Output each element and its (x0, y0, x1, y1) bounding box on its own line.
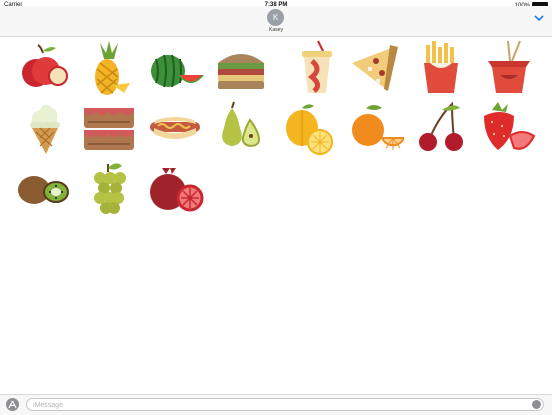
ice-cream-cone-sticker[interactable] (16, 98, 74, 156)
app-store-button[interactable] (6, 398, 19, 411)
chevron-down-icon[interactable] (534, 14, 544, 22)
message-input[interactable] (33, 401, 523, 409)
soda-cup-sticker[interactable] (288, 39, 346, 97)
apple-sticker[interactable] (14, 39, 72, 97)
sandwich-sticker[interactable] (212, 39, 270, 97)
pomegranate-sticker[interactable] (146, 160, 204, 218)
orange-sticker[interactable] (346, 98, 406, 156)
app-store-icon (8, 400, 17, 409)
cherries-sticker[interactable] (412, 98, 470, 156)
message-field[interactable] (26, 398, 544, 411)
grapes-sticker[interactable] (80, 160, 138, 218)
pear-sticker[interactable] (212, 98, 270, 156)
strawberry-sticker[interactable] (478, 98, 536, 156)
microphone-icon[interactable] (532, 400, 541, 409)
conversation-header: K Kasey (0, 6, 552, 37)
cake-sticker[interactable] (80, 98, 138, 156)
french-fries-sticker[interactable] (412, 39, 470, 97)
lemon-sticker[interactable] (280, 98, 338, 156)
pizza-slice-sticker[interactable] (346, 39, 404, 97)
pineapple-sticker[interactable] (80, 39, 138, 97)
avatar[interactable]: K (267, 9, 284, 26)
kiwi-sticker[interactable] (14, 160, 72, 218)
watermelon-sticker[interactable] (146, 39, 204, 97)
message-composer (0, 394, 552, 415)
noodle-box-sticker[interactable] (480, 39, 538, 97)
contact-name[interactable]: Kasey (0, 27, 552, 33)
hot-dog-sticker[interactable] (146, 98, 204, 156)
